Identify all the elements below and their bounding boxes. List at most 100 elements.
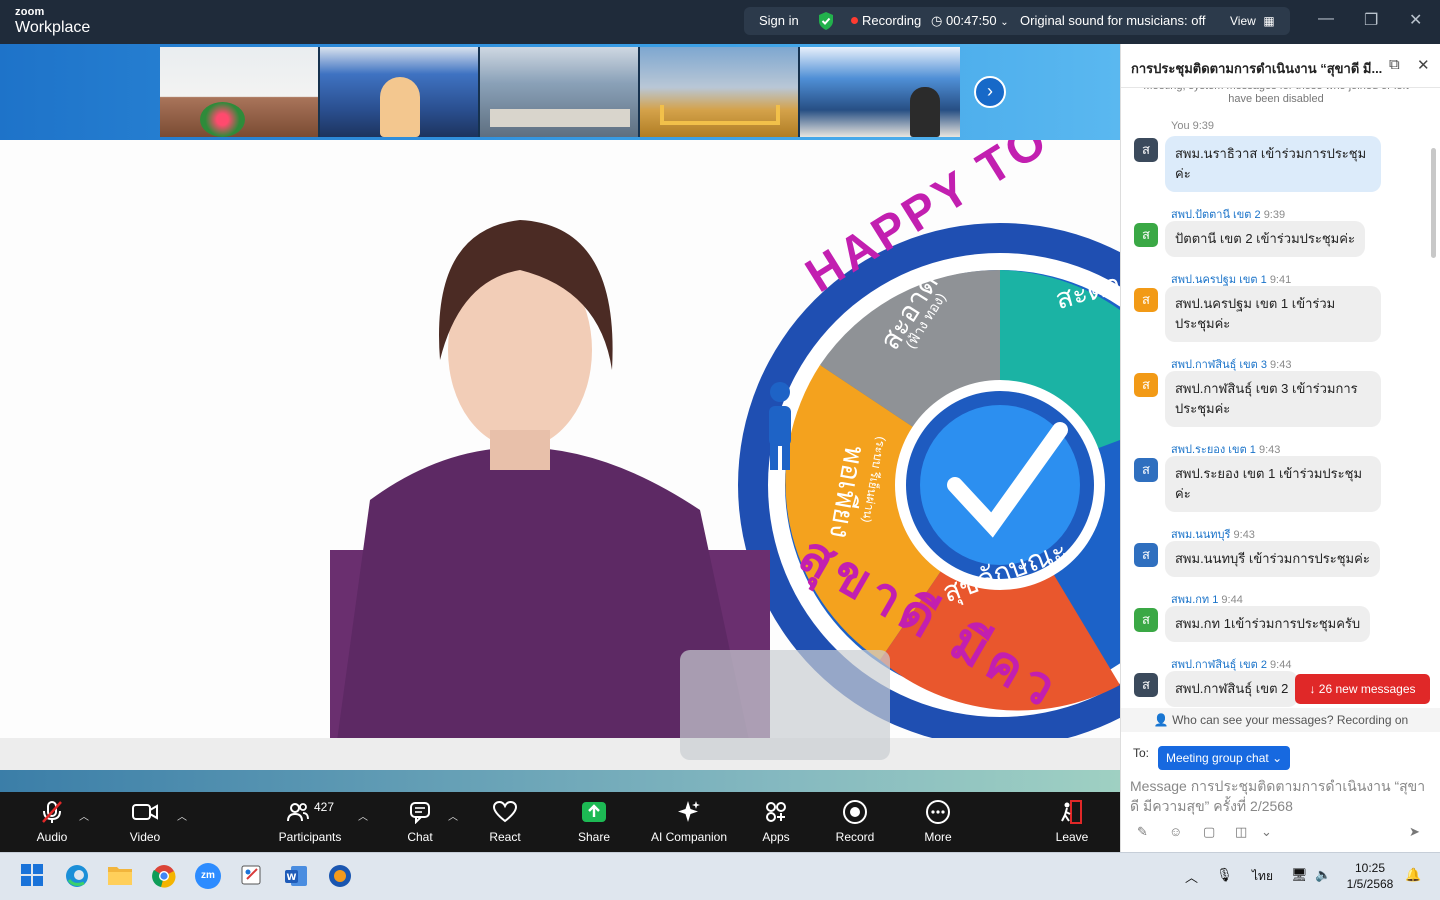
sender-name[interactable]: สพม.นนทบุรี bbox=[1171, 529, 1230, 541]
view-button[interactable]: View ▦ bbox=[1230, 13, 1275, 28]
participants-options-icon[interactable]: ︿ bbox=[358, 808, 368, 823]
chat-title: การประชุมติดตามการดำเนินงาน “สุขาดี มี..… bbox=[1131, 61, 1383, 76]
next-page-button[interactable]: › bbox=[974, 76, 1006, 108]
sender-name[interactable]: สพม.กท 1 bbox=[1171, 594, 1218, 606]
title-bar: zoom Workplace Sign in Recording ◷ 00:47… bbox=[0, 0, 1440, 44]
video-label: Video bbox=[129, 830, 161, 844]
edge-icon[interactable] bbox=[64, 863, 92, 891]
ai-companion-button[interactable]: AI Companion bbox=[644, 798, 734, 848]
message-time: 9:39 bbox=[1192, 120, 1215, 132]
file-explorer-icon[interactable] bbox=[107, 863, 135, 891]
original-sound-toggle[interactable]: Original sound for musicians: off bbox=[1020, 13, 1205, 28]
sender-name[interactable]: สพป.กาฬสินธุ์ เขต 2 bbox=[1171, 659, 1267, 671]
maximize-icon[interactable]: ❐ bbox=[1364, 10, 1378, 30]
meeting-timer[interactable]: ◷ 00:47:50 ⌄ bbox=[931, 13, 1009, 29]
message-bubble: สพป.กาฬสินธุ์ เขต 3 เข้าร่วมการประชุมค่ะ bbox=[1165, 371, 1381, 427]
who-can-see-notice[interactable]: 👤 Who can see your messages? Recording o… bbox=[1121, 708, 1440, 732]
sender-name[interactable]: สพป.นครปฐม เขต 1 bbox=[1171, 274, 1267, 286]
participant-thumbnail[interactable] bbox=[160, 47, 320, 137]
participant-thumbnail[interactable] bbox=[480, 47, 640, 137]
word-icon[interactable]: W bbox=[283, 863, 311, 891]
shield-icon[interactable] bbox=[817, 11, 835, 34]
message-time: 9:44 bbox=[1221, 594, 1243, 606]
participants-label: Participants bbox=[278, 830, 342, 844]
gallery-strip-area: › bbox=[0, 44, 1120, 140]
format-icon[interactable]: ✎ bbox=[1137, 824, 1148, 840]
minimize-icon[interactable]: — bbox=[1318, 10, 1334, 28]
chat-message-list[interactable]: Meeting, system messages for those who j… bbox=[1121, 88, 1440, 708]
leave-button[interactable]: Leave bbox=[1027, 798, 1117, 848]
new-messages-label: 26 new messages bbox=[1318, 682, 1416, 696]
file-icon[interactable]: ▢ bbox=[1203, 824, 1215, 840]
record-label: Record bbox=[835, 830, 875, 844]
audio-button[interactable]: Audio bbox=[7, 798, 97, 848]
pop-out-icon[interactable]: ⧉ bbox=[1389, 56, 1400, 73]
snipping-tool-icon[interactable] bbox=[239, 863, 267, 891]
apps-button[interactable]: Apps bbox=[731, 798, 821, 848]
sender-name[interactable]: สพป.ปัตตานี เขต 2 bbox=[1171, 209, 1261, 221]
volume-icon[interactable]: 🔈 bbox=[1315, 867, 1331, 883]
app-icon[interactable] bbox=[327, 863, 355, 891]
microphone-icon[interactable]: 🎙 bbox=[1216, 867, 1233, 883]
system-clock[interactable]: 10:25 1/5/2568 bbox=[1340, 860, 1400, 892]
sender-name[interactable]: สพป.กาฬสินธุ์ เขต 3 bbox=[1171, 359, 1267, 371]
network-icon[interactable]: 🖥 bbox=[1291, 867, 1308, 883]
avatar: ส bbox=[1134, 288, 1158, 312]
participant-thumbnail[interactable] bbox=[800, 47, 960, 137]
chevron-up-icon[interactable]: ︿ bbox=[1185, 867, 1198, 886]
recipient-dropdown[interactable]: Meeting group chat ⌄ bbox=[1158, 746, 1291, 770]
flower-decoration bbox=[200, 102, 245, 137]
ai-companion-label: AI Companion bbox=[650, 830, 728, 844]
chevron-down-icon[interactable]: ⌄ bbox=[1261, 824, 1272, 840]
share-button[interactable]: Share bbox=[549, 798, 639, 848]
recording-indicator[interactable]: Recording bbox=[851, 13, 921, 28]
close-chat-icon[interactable]: ✕ bbox=[1417, 56, 1430, 74]
arrow-down-icon: ↓ bbox=[1309, 682, 1316, 696]
screenshot-icon[interactable]: ◫ bbox=[1235, 824, 1247, 840]
record-icon bbox=[810, 798, 900, 826]
participant-thumbnail[interactable] bbox=[640, 47, 800, 137]
sign-in-button[interactable]: Sign in bbox=[759, 13, 799, 28]
record-button[interactable]: Record bbox=[810, 798, 900, 848]
audio-options-icon[interactable]: ︿ bbox=[79, 808, 89, 823]
clock-date: 1/5/2568 bbox=[1346, 877, 1394, 891]
message-input[interactable]: Message การประชุมติดตามการดำเนินงาน “สุข… bbox=[1130, 776, 1430, 816]
zoom-app-icon[interactable]: zm bbox=[195, 863, 223, 891]
chevron-right-icon: › bbox=[987, 81, 993, 101]
meeting-table bbox=[490, 109, 630, 127]
sender-name: You bbox=[1171, 120, 1190, 132]
view-label: View bbox=[1230, 14, 1256, 28]
participants-icon: 427 bbox=[265, 798, 355, 826]
chat-header: การประชุมติดตามการดำเนินงาน “สุขาดี มี..… bbox=[1121, 44, 1440, 88]
leave-label: Leave bbox=[1055, 830, 1089, 844]
person-silhouette bbox=[910, 87, 940, 137]
sparkle-icon bbox=[644, 798, 734, 826]
sender-name[interactable]: สพป.ระยอง เขต 1 bbox=[1171, 444, 1256, 456]
chrome-icon[interactable] bbox=[151, 863, 179, 891]
chat-label: Chat bbox=[407, 830, 433, 844]
meeting-toolbar: Audio ︿ Video ︿ 427 Participants ︿ Chat … bbox=[0, 792, 1120, 852]
new-messages-button[interactable]: ↓ 26 new messages bbox=[1295, 674, 1430, 704]
video-button[interactable]: Video bbox=[100, 798, 190, 848]
participant-thumbnail[interactable] bbox=[320, 47, 480, 137]
chevron-down-icon: ⌄ bbox=[1000, 17, 1009, 28]
send-icon[interactable]: ➤ bbox=[1409, 824, 1420, 840]
timer-value: 00:47:50 bbox=[945, 13, 997, 28]
windows-start-icon[interactable] bbox=[20, 863, 48, 891]
message-bubble: สพป.ระยอง เขต 1 เข้าร่วมประชุมค่ะ bbox=[1165, 456, 1381, 512]
chat-button[interactable]: Chat bbox=[375, 798, 465, 848]
close-icon[interactable]: ✕ bbox=[1409, 10, 1422, 30]
more-button[interactable]: More bbox=[893, 798, 983, 848]
happy-toilet-logo bbox=[0, 220, 1120, 792]
react-button[interactable]: React bbox=[460, 798, 550, 848]
participant-count: 427 bbox=[313, 800, 335, 814]
chat-options-icon[interactable]: ︿ bbox=[448, 808, 458, 823]
video-options-icon[interactable]: ︿ bbox=[177, 808, 187, 823]
emoji-icon[interactable]: ☺ bbox=[1169, 824, 1182, 839]
chat-scrollbar[interactable] bbox=[1431, 148, 1436, 258]
language-indicator[interactable]: ไทย bbox=[1252, 867, 1273, 886]
notification-icon[interactable]: 🔔 bbox=[1405, 867, 1421, 883]
avatar: ส bbox=[1134, 373, 1158, 397]
audio-label: Audio bbox=[36, 830, 68, 844]
participants-button[interactable]: 427 Participants bbox=[265, 798, 355, 848]
